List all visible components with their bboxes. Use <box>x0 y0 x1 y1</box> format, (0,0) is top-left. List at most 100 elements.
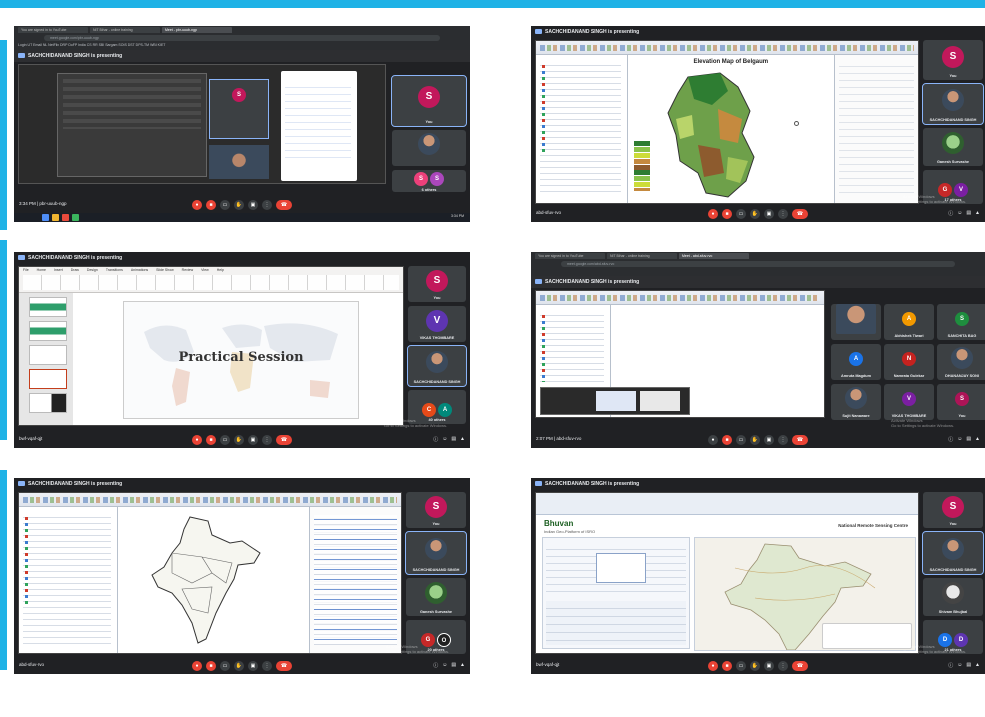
more-icon[interactable]: ⋮ <box>262 435 272 445</box>
more-icon[interactable]: ⋮ <box>778 209 788 219</box>
browser-icon[interactable] <box>62 214 69 221</box>
present-icon[interactable]: ▣ <box>764 661 774 671</box>
camera-icon[interactable]: ■ <box>722 435 732 445</box>
start-icon[interactable] <box>42 214 49 221</box>
microphone-icon[interactable]: ● <box>708 209 718 219</box>
ribbon-tab[interactable]: Transitions <box>106 268 123 272</box>
slide-thumbnail-active[interactable] <box>29 369 67 389</box>
participant-tile[interactable] <box>831 304 881 340</box>
captions-icon[interactable]: ▭ <box>220 661 230 671</box>
more-icon[interactable]: ⋮ <box>778 435 788 445</box>
participant-tile-presenter[interactable] <box>392 130 466 166</box>
chat-icon[interactable]: ▤ <box>966 210 971 217</box>
chat-icon[interactable]: ▤ <box>451 662 456 669</box>
participant-tile[interactable]: Ganesh Survashe <box>406 578 466 616</box>
info-icon[interactable]: ⓘ <box>433 662 438 669</box>
slide-thumbnail[interactable] <box>29 297 67 317</box>
microphone-icon[interactable]: ● <box>192 200 202 210</box>
captions-icon[interactable]: ▭ <box>736 661 746 671</box>
activities-icon[interactable]: ▲ <box>975 662 980 669</box>
chat-icon[interactable]: ▤ <box>451 436 456 443</box>
info-icon[interactable]: ⓘ <box>948 210 953 217</box>
info-icon[interactable]: ⓘ <box>948 662 953 669</box>
participant-tile-presenter[interactable]: SACHCHIDANAND SINGH <box>405 531 467 575</box>
present-icon[interactable]: ▣ <box>764 435 774 445</box>
folder-icon[interactable] <box>52 214 59 221</box>
captions-icon[interactable]: ▭ <box>736 209 746 219</box>
end-call-icon[interactable]: ☎ <box>792 661 808 671</box>
activities-icon[interactable]: ▲ <box>460 662 465 669</box>
people-icon[interactable]: ☺ <box>957 436 962 443</box>
more-icon[interactable]: ⋮ <box>262 661 272 671</box>
browser-tab[interactable]: NIT Bihar - online training <box>607 253 677 259</box>
activities-icon[interactable]: ▲ <box>975 210 980 217</box>
ribbon-tab[interactable]: Insert <box>54 268 63 272</box>
raise-hand-icon[interactable]: ✋ <box>750 661 760 671</box>
participant-tile-presenter[interactable]: SACHCHIDANAND SINGH <box>922 531 984 575</box>
ribbon-tab[interactable]: View <box>201 268 209 272</box>
slide-thumbnail[interactable] <box>29 345 67 365</box>
ribbon-tab[interactable]: Home <box>37 268 46 272</box>
raise-hand-icon[interactable]: ✋ <box>750 435 760 445</box>
ribbon-tab[interactable]: Help <box>217 268 224 272</box>
microphone-icon[interactable]: ● <box>192 435 202 445</box>
browser-tab-active[interactable]: Meet - abd-sfuv-rvo <box>679 253 749 259</box>
raise-hand-icon[interactable]: ✋ <box>750 209 760 219</box>
microphone-icon[interactable]: ● <box>708 661 718 671</box>
microphone-icon[interactable]: ● <box>192 661 202 671</box>
raise-hand-icon[interactable]: ✋ <box>234 435 244 445</box>
info-icon[interactable]: ⓘ <box>433 436 438 443</box>
raise-hand-icon[interactable]: ✋ <box>234 200 244 210</box>
camera-icon[interactable]: ■ <box>722 661 732 671</box>
camera-icon[interactable]: ■ <box>206 435 216 445</box>
participant-tile[interactable]: N Namrata Gulekar <box>884 344 934 380</box>
microphone-icon[interactable]: ● <box>708 435 718 445</box>
raise-hand-icon[interactable]: ✋ <box>234 661 244 671</box>
participant-tile[interactable]: A Amruta Magdum <box>831 344 881 380</box>
end-call-icon[interactable]: ☎ <box>276 435 292 445</box>
participant-tile-others[interactable]: S S 6 others <box>392 170 466 192</box>
participant-tile[interactable]: Sujit Nanaware <box>831 384 881 420</box>
participant-tile-you[interactable]: S You <box>923 492 983 528</box>
captions-icon[interactable]: ▭ <box>220 435 230 445</box>
camera-icon[interactable]: ■ <box>206 661 216 671</box>
participant-tile-you[interactable]: S You <box>923 40 983 80</box>
browser-tab[interactable]: You are signed in to YouTube <box>18 27 88 33</box>
participant-tile[interactable]: S SANCHITA BAG <box>937 304 985 340</box>
activities-icon[interactable]: ▲ <box>460 436 465 443</box>
ribbon-tab[interactable]: Slide Show <box>156 268 174 272</box>
bookmarks-bar[interactable]: Login UT Email NL NetFlix DRP DoFP India… <box>18 42 466 48</box>
participant-tile-presenter[interactable]: SACHCHIDANAND SINGH <box>922 83 984 125</box>
more-icon[interactable]: ⋮ <box>778 661 788 671</box>
slide-thumbnail[interactable] <box>29 321 67 341</box>
present-icon[interactable]: ▣ <box>248 200 258 210</box>
present-icon[interactable]: ▣ <box>248 661 258 671</box>
end-call-icon[interactable]: ☎ <box>276 200 292 210</box>
chat-icon[interactable]: ▤ <box>966 436 971 443</box>
participant-tile[interactable]: A Abhishek Tiwari <box>884 304 934 340</box>
end-call-icon[interactable]: ☎ <box>792 435 808 445</box>
ribbon-tab[interactable]: Draw <box>71 268 79 272</box>
address-bar[interactable]: meet.google.com/abd-sfuv-rvo <box>561 261 955 267</box>
people-icon[interactable]: ☺ <box>957 210 962 217</box>
people-icon[interactable]: ☺ <box>957 662 962 669</box>
ribbon-tab[interactable]: File <box>23 268 29 272</box>
participant-tile[interactable]: DHANANJAY SONI <box>937 344 985 380</box>
present-icon[interactable]: ▣ <box>764 209 774 219</box>
people-icon[interactable]: ☺ <box>442 662 447 669</box>
slide-canvas[interactable]: Practical Session <box>123 301 359 419</box>
more-icon[interactable]: ⋮ <box>262 200 272 210</box>
participant-tile[interactable]: V VIKAS THOMBARE <box>408 306 466 342</box>
browser-tab[interactable]: You are signed in to YouTube <box>535 253 605 259</box>
participant-tile-you[interactable]: S You <box>406 492 466 528</box>
app-icon[interactable] <box>72 214 79 221</box>
end-call-icon[interactable]: ☎ <box>792 209 808 219</box>
browser-tab-active[interactable]: Meet - pbr-uuub-ngp <box>162 27 232 33</box>
end-call-icon[interactable]: ☎ <box>276 661 292 671</box>
slide-thumbnails[interactable] <box>19 293 73 425</box>
camera-icon[interactable]: ■ <box>722 209 732 219</box>
chat-icon[interactable]: ▤ <box>966 662 971 669</box>
camera-icon[interactable]: ■ <box>206 200 216 210</box>
people-icon[interactable]: ☺ <box>442 436 447 443</box>
participant-tile-presenter[interactable]: SACHCHIDANAND SINGH <box>407 345 467 387</box>
